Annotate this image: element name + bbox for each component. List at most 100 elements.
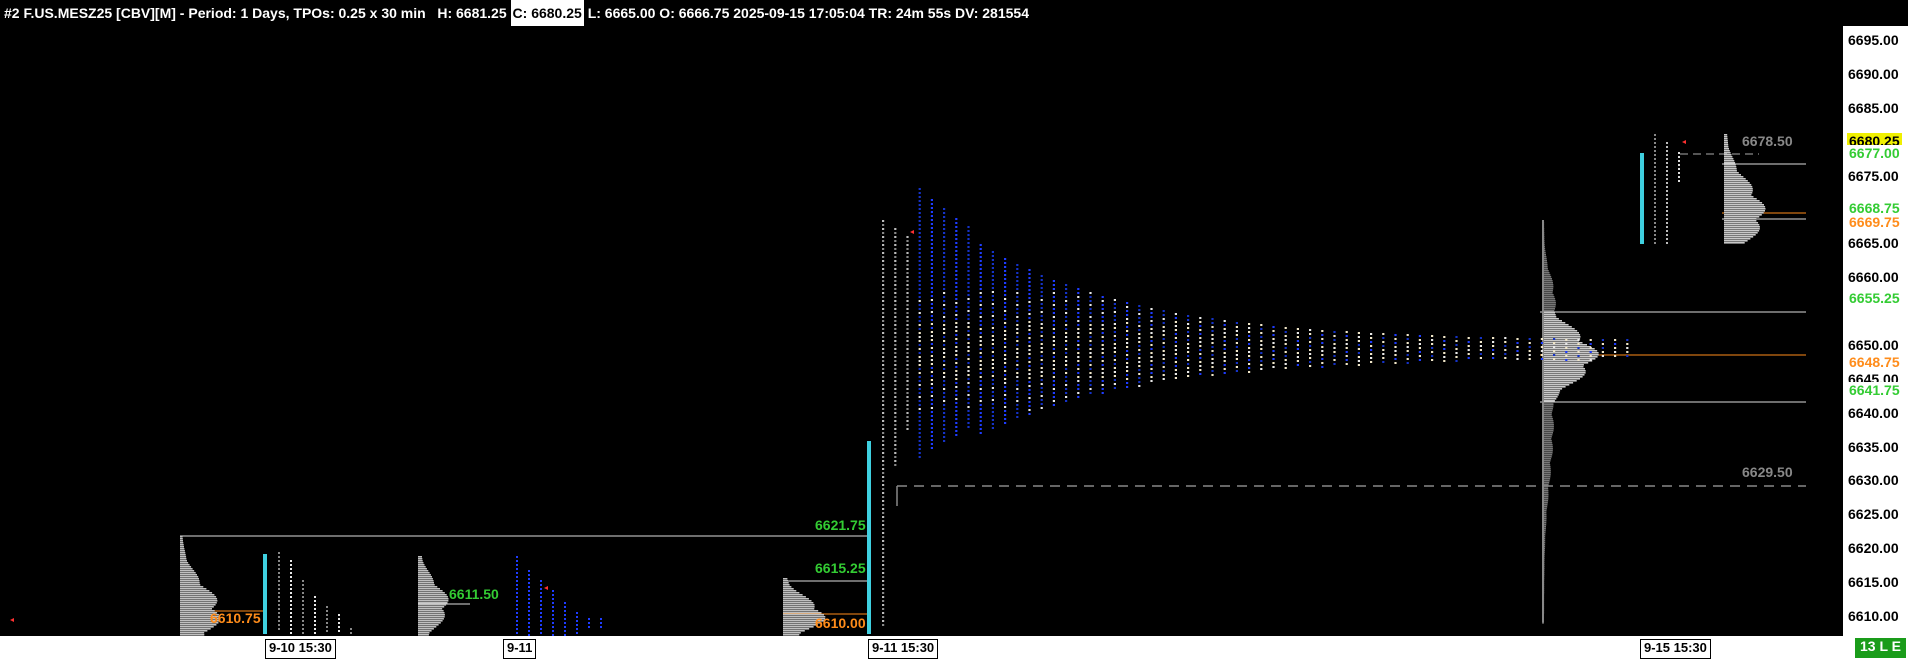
tpo-mark — [1492, 353, 1495, 355]
tpo-mark — [1528, 354, 1531, 356]
tpo-mark — [1052, 380, 1055, 382]
tpo-mark — [1333, 339, 1336, 341]
tpo-column — [1666, 206, 1668, 208]
status-indicator[interactable]: 13 L E — [1855, 638, 1906, 658]
tpo-mark — [1370, 341, 1373, 343]
tpo-mark — [1150, 344, 1153, 346]
tpo-mark — [1028, 309, 1031, 311]
tpo-column — [1654, 190, 1656, 192]
tpo-mark — [882, 296, 885, 298]
price-tick: 6650.00 — [1848, 336, 1899, 353]
tpo-mark — [1479, 345, 1482, 347]
tpo-mark — [1431, 335, 1434, 337]
tpo-mark — [1028, 285, 1031, 287]
red-marker — [1682, 140, 1686, 144]
tpo-mark — [1614, 355, 1617, 357]
tpo-mark — [1052, 352, 1055, 354]
profile-bar — [1724, 230, 1760, 232]
tpo-column — [576, 616, 578, 618]
tpo-column — [302, 608, 304, 610]
tpo-mark — [1370, 345, 1373, 347]
profile-bar — [1724, 172, 1739, 174]
tpo-mark — [1089, 296, 1092, 298]
profile-bar — [783, 592, 800, 594]
tpo-column — [1666, 214, 1668, 216]
tpo-mark — [882, 452, 885, 454]
tpo-mark — [1235, 322, 1238, 324]
tpo-mark — [1223, 364, 1226, 366]
tpo-mark — [1052, 368, 1055, 370]
tpo-mark — [918, 428, 921, 430]
tpo-mark — [1223, 332, 1226, 334]
tpo-column — [564, 618, 566, 620]
tpo-mark — [1089, 392, 1092, 394]
tpo-mark — [967, 250, 970, 252]
tpo-mark — [1052, 288, 1055, 290]
tpo-mark — [1455, 360, 1458, 362]
tpo-mark — [1345, 339, 1348, 341]
tpo-mark — [955, 390, 958, 392]
tpo-mark — [967, 426, 970, 428]
tpo-column — [552, 610, 554, 612]
tpo-mark — [1260, 340, 1263, 342]
tpo-mark — [882, 512, 885, 514]
tpo-mark — [894, 448, 897, 450]
tpo-mark — [991, 295, 994, 297]
profile-bar — [180, 592, 213, 594]
tpo-mark — [1260, 368, 1263, 370]
tpo-column — [314, 604, 316, 606]
tpo-mark — [1113, 371, 1116, 373]
tpo-mark — [1345, 359, 1348, 361]
tpo-mark — [955, 298, 958, 300]
level-label: 6621.75 — [815, 517, 866, 533]
tpo-mark — [1126, 374, 1129, 376]
tpo-mark — [918, 404, 921, 406]
market-profile-chart[interactable] — [0, 0, 1908, 660]
tpo-column — [576, 632, 578, 634]
tpo-mark — [1089, 320, 1092, 322]
tpo-mark — [1113, 375, 1116, 377]
profile-bar — [1724, 186, 1753, 188]
tpo-mark — [906, 412, 909, 414]
tpo-mark — [882, 600, 885, 602]
tpo-mark — [1187, 355, 1190, 357]
tpo-mark — [1357, 348, 1360, 350]
tpo-mark — [1431, 347, 1434, 349]
profile-bar — [418, 618, 444, 620]
tpo-mark — [991, 411, 994, 413]
profile-bar — [1724, 146, 1729, 148]
tpo-column — [290, 616, 292, 618]
tpo-column — [350, 628, 352, 630]
tpo-column — [338, 614, 340, 616]
tpo-mark — [1345, 347, 1348, 349]
tpo-mark — [1077, 380, 1080, 382]
tpo-mark — [1004, 322, 1007, 324]
tpo-mark — [1516, 358, 1519, 360]
tpo-mark — [894, 368, 897, 370]
tpo-mark — [979, 356, 982, 358]
tpo-column — [552, 602, 554, 604]
tpo-mark — [1101, 360, 1104, 362]
tpo-mark — [1126, 334, 1129, 336]
tpo-mark — [1235, 334, 1238, 336]
profile-bar — [1542, 338, 1581, 340]
tpo-mark — [943, 424, 946, 426]
tpo-column — [600, 622, 602, 624]
tpo-mark — [1065, 300, 1068, 302]
tpo-mark — [906, 380, 909, 382]
tpo-mark — [979, 316, 982, 318]
tpo-mark — [1126, 378, 1129, 380]
tpo-mark — [1235, 330, 1238, 332]
tpo-mark — [1016, 280, 1019, 282]
tpo-mark — [894, 272, 897, 274]
tpo-mark — [918, 336, 921, 338]
tpo-column — [338, 618, 340, 620]
tpo-mark — [894, 260, 897, 262]
tpo-mark — [894, 392, 897, 394]
tpo-column — [278, 624, 280, 626]
tpo-mark — [1223, 344, 1226, 346]
tpo-column — [1678, 168, 1680, 170]
tpo-mark — [979, 244, 982, 246]
tpo-mark — [1382, 345, 1385, 347]
tpo-mark — [1260, 360, 1263, 362]
